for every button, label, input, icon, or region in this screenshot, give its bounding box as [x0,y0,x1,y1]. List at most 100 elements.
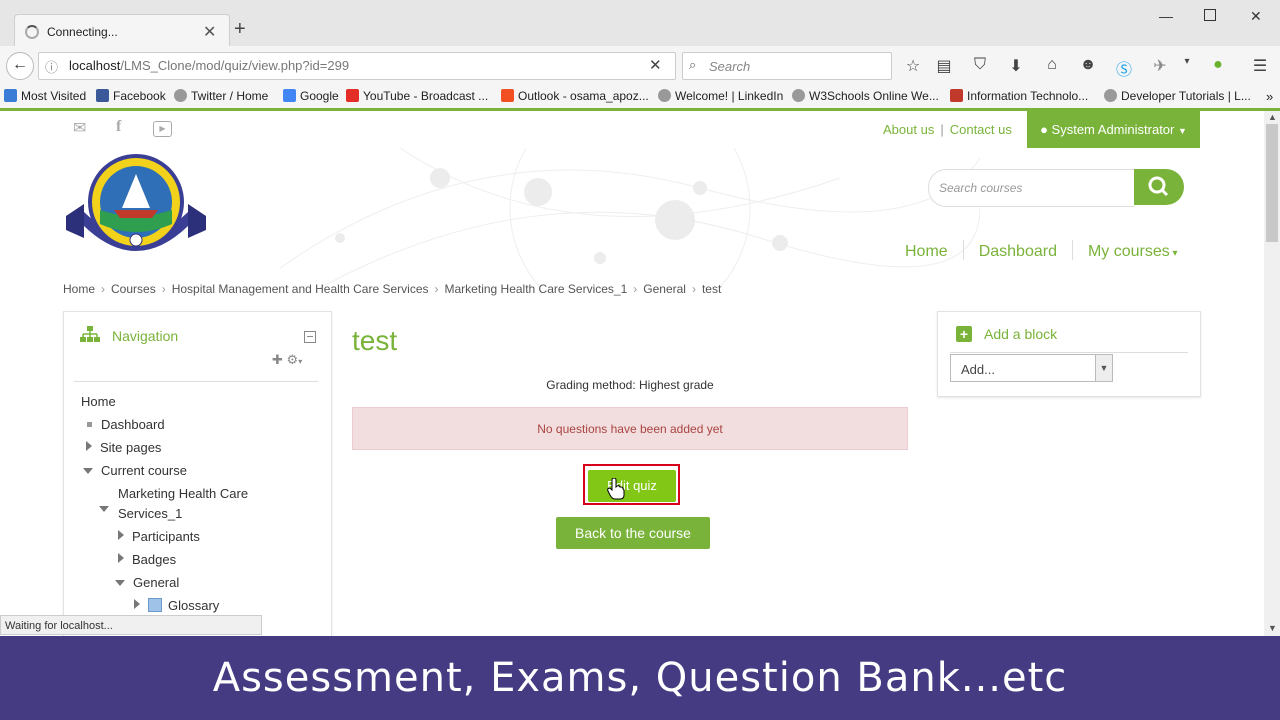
chevron-right-icon: › [101,282,106,296]
browser-search-box[interactable]: ⌕ Search [682,52,892,80]
expand-arrow-icon [86,441,92,451]
skype-icon[interactable]: Ⓢ [1114,56,1134,80]
info-icon[interactable]: ⓘ [45,57,58,76]
globe-icon [1104,89,1117,102]
nav-item-label: Current course [101,463,187,478]
nav-item-label: Site pages [100,440,162,455]
bookmark-youtube[interactable]: YouTube - Broadcast ... [346,89,488,103]
nav-item-home[interactable]: Home [81,394,116,409]
bookmark-facebook[interactable]: Facebook [96,89,166,103]
nav-item-course-line1[interactable]: Marketing Health Care [118,486,248,501]
breadcrumb-current: test [701,282,722,296]
institute-logo[interactable] [64,152,208,266]
extension-icon[interactable]: ✈ [1150,56,1170,76]
chat-icon[interactable]: ☻ [1078,56,1098,74]
back-to-course-button[interactable]: Back to the course [556,517,710,549]
menu-dashboard[interactable]: Dashboard [979,243,1057,260]
contact-us-link[interactable]: Contact us [950,122,1012,137]
menu-separator [1071,240,1073,260]
bookmark-w3schools[interactable]: W3Schools Online We... [792,89,939,103]
menu-separator [962,240,964,260]
about-us-link[interactable]: About us [883,122,934,137]
breadcrumb-home[interactable]: Home [63,282,95,296]
bookmark-linkedin[interactable]: Welcome! | LinkedIn [658,89,783,103]
caret-down-icon[interactable]: ▾ [298,357,302,366]
scroll-up-icon[interactable]: ▲ [1268,112,1277,122]
bookmark-most-visited[interactable]: Most Visited [4,89,86,103]
nav-item-badges[interactable]: Badges [118,552,176,567]
bookmark-twitter[interactable]: Twitter / Home [174,89,268,103]
nav-item-current-course[interactable]: Current course [83,463,187,478]
windows-icon [501,89,514,102]
globe-icon [792,89,805,102]
nav-item-dashboard[interactable]: Dashboard [87,417,165,432]
edit-quiz-button[interactable]: Edit quiz [588,470,676,502]
menu-my-courses[interactable]: My courses [1088,243,1170,260]
search-courses-input[interactable]: Search courses [928,169,1135,207]
stop-loading-icon[interactable]: ✕ [649,56,662,74]
back-icon[interactable]: ← [6,52,34,80]
youtube-icon [346,89,359,102]
collapse-arrow-icon[interactable] [99,501,117,516]
google-icon [283,89,296,102]
new-tab-icon[interactable]: + [234,19,246,39]
chevron-right-icon: › [633,282,638,296]
youtube-social-icon[interactable]: ▶ [153,121,172,137]
user-icon: ● [1040,122,1048,137]
browser-tab[interactable]: Connecting... ✕ [14,14,230,49]
search-courses-button[interactable] [1134,169,1184,205]
bookmarks-overflow-icon[interactable]: » [1266,89,1273,104]
bookmark-developer-tutorials[interactable]: Developer Tutorials | L... [1104,89,1251,103]
collapse-block-icon[interactable] [304,331,316,343]
reading-list-icon[interactable]: ▤ [934,56,954,76]
pocket-icon[interactable]: ⛉ [970,56,990,74]
email-icon[interactable]: ✉ [73,118,86,138]
minimize-icon[interactable]: — [1159,8,1173,24]
no-questions-alert: No questions have been added yet [352,407,908,450]
add-block-select[interactable]: Add... ▼ [950,354,1113,382]
nav-item-general[interactable]: General [115,575,179,590]
maximize-icon[interactable] [1204,9,1216,21]
scrollbar-thumb[interactable] [1266,124,1278,242]
bullet-icon [87,422,92,427]
chevron-right-icon: › [161,282,166,296]
download-icon[interactable]: ⬇ [1006,56,1026,76]
breadcrumb-course[interactable]: Marketing Health Care Services_1 [445,282,628,296]
nav-item-course-line2[interactable]: Services_1 [118,506,182,521]
facebook-icon [96,89,109,102]
navigation-block-header: Navigation [80,326,178,344]
bookmark-information-technology[interactable]: Information Technolo... [950,89,1088,103]
bookmark-star-icon[interactable]: ☆ [903,56,923,76]
expand-arrow-icon [118,530,124,540]
breadcrumb-category[interactable]: Hospital Management and Health Care Serv… [172,282,429,296]
add-block-header: + Add a block [956,326,1057,342]
addon-icon[interactable]: ● [1208,56,1228,74]
tab-close-icon[interactable]: ✕ [203,22,216,42]
dropdown-arrow-icon[interactable]: ▾ [1177,56,1197,67]
gear-icon[interactable]: ⚙ [287,352,299,367]
menu-icon[interactable]: ☰ [1250,56,1270,76]
nav-item-label: Participants [132,529,200,544]
breadcrumb-section[interactable]: General [643,282,686,296]
search-courses-placeholder: Search courses [939,181,1023,195]
loading-spinner-icon [25,25,39,39]
scroll-down-icon[interactable]: ▼ [1268,623,1277,633]
bookmark-outlook[interactable]: Outlook - osama_apoz... [501,89,649,103]
move-icon[interactable]: ✚ [272,352,283,367]
menu-home[interactable]: Home [905,243,948,260]
home-icon[interactable]: ⌂ [1042,56,1062,74]
top-links: About us | Contact us [883,122,1012,137]
browser-search-placeholder: Search [709,59,751,74]
chevron-down-icon: ▼ [1095,355,1112,381]
search-icon [1148,176,1169,197]
nav-item-glossary[interactable]: Glossary [134,598,219,613]
nav-item-site-pages[interactable]: Site pages [86,440,161,455]
facebook-social-icon[interactable]: f [116,118,121,136]
nav-item-participants[interactable]: Participants [118,529,200,544]
url-bar[interactable]: ⓘ localhost/LMS_Clone/mod/quiz/view.php?… [38,52,676,80]
bookmark-google[interactable]: Google [283,89,339,103]
user-menu-button[interactable]: ● System Administrator ▼ [1027,111,1200,148]
window-close-icon[interactable]: ✕ [1250,8,1262,25]
add-block-divider [950,352,1188,353]
breadcrumb-courses[interactable]: Courses [111,282,156,296]
